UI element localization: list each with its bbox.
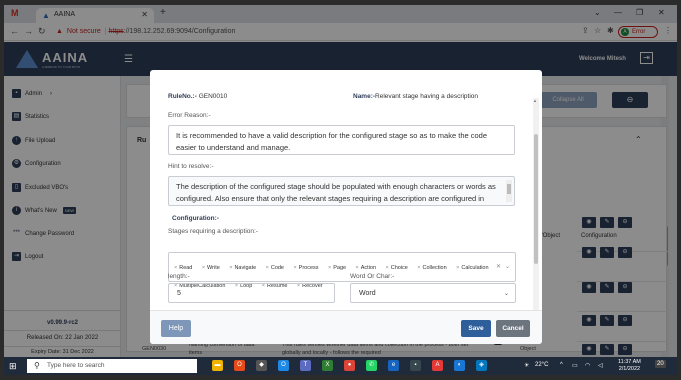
remove-tag-icon: ×	[355, 265, 359, 271]
stage-tag[interactable]: × Collection	[417, 265, 446, 271]
app-blue-icon[interactable]: ◐	[454, 360, 465, 371]
rule-no-label: RuleNo.:- GEN0010	[168, 93, 228, 100]
rule-name-label: Name:-Relevant stage having a descriptio…	[353, 93, 479, 100]
terminal-icon[interactable]: ▪	[410, 360, 421, 371]
remove-tag-icon: ×	[265, 265, 269, 271]
remove-tag-icon: ×	[385, 265, 389, 271]
app-store-icon[interactable]: ◈	[476, 360, 487, 371]
save-button[interactable]: Save	[461, 320, 491, 337]
remove-tag-icon: ×	[456, 265, 460, 271]
length-input[interactable]: 5	[168, 283, 335, 303]
stage-tag[interactable]: × Process	[293, 265, 318, 271]
rule-config-modal: RuleNo.:- GEN0010 Name:-Relevant stage h…	[150, 70, 542, 344]
app-icon[interactable]: ◆	[256, 360, 267, 371]
chevron-down-icon[interactable]: ⌄	[505, 263, 510, 270]
volume-icon[interactable]: ◁	[598, 362, 603, 369]
taskbar-clock[interactable]: 11:37 AM 2/1/2022	[618, 359, 641, 373]
word-or-char-label: Word Or Char:-	[350, 273, 395, 280]
chevron-down-icon: ⌄	[503, 291, 509, 297]
word-or-char-select[interactable]: Word ⌄	[350, 283, 516, 303]
stage-tag[interactable]: × Page	[328, 265, 346, 271]
stage-tag[interactable]: × Navigate	[229, 265, 256, 271]
tray-chevron-icon[interactable]: ^	[560, 362, 563, 368]
modal-footer: Help Save Cancel	[150, 310, 542, 344]
acrobat-icon[interactable]: A	[432, 360, 443, 371]
stages-label: Stages requiring a description:-	[168, 228, 258, 235]
clear-all-icon[interactable]: ✕	[496, 263, 501, 270]
windows-start-icon[interactable]: ⊞	[9, 361, 17, 372]
stage-tag[interactable]: × Action	[356, 265, 377, 271]
windows-taskbar: ⊞ ⚲ Type here to search ▬ O ◆ O T X ● ✆ …	[4, 357, 677, 375]
stage-tag[interactable]: × Read	[174, 265, 192, 271]
notification-count[interactable]: 20	[655, 360, 666, 368]
outlook-icon[interactable]: O	[278, 360, 289, 371]
clock-time: 11:37 AM	[618, 359, 641, 365]
remove-tag-icon: ×	[201, 265, 206, 271]
search-icon: ⚲	[34, 361, 40, 370]
remove-tag-icon: ×	[293, 265, 297, 271]
whatsapp-icon[interactable]: ✆	[366, 360, 377, 371]
length-label: length:-	[168, 273, 190, 280]
rule-name-value: Relevant stage having a description	[375, 93, 479, 100]
stage-tag[interactable]: × Calculation	[456, 265, 488, 271]
rule-no-value: GEN0010	[198, 93, 228, 100]
remove-tag-icon: ×	[229, 265, 233, 271]
remove-tag-icon: ×	[417, 265, 421, 271]
cancel-button[interactable]: Cancel	[496, 320, 530, 337]
stages-multiselect[interactable]: × Read × Write × Navigate × Code × Process × P…	[168, 252, 516, 289]
modal-scrollbar[interactable]: ▲	[533, 98, 539, 310]
chrome-icon[interactable]: ●	[344, 360, 355, 371]
wifi-icon[interactable]: ◠	[585, 362, 590, 369]
remove-tag-icon: ×	[174, 265, 178, 271]
configuration-label: Configuration:-	[172, 215, 219, 222]
office-icon[interactable]: O	[234, 360, 245, 371]
error-reason-label: Error Reason:-	[168, 112, 211, 119]
weather-icon[interactable]: ☀	[524, 362, 529, 369]
stage-tag[interactable]: × Code	[266, 265, 284, 271]
taskbar-search-input[interactable]: ⚲ Type here to search	[27, 359, 197, 373]
remove-tag-icon: ×	[328, 265, 332, 271]
error-reason-textarea[interactable]: It is recommended to have a valid descri…	[168, 125, 515, 155]
weather-temp[interactable]: 22°C	[535, 362, 548, 368]
browser-icon[interactable]: e	[388, 360, 399, 371]
file-explorer-icon[interactable]: ▬	[212, 360, 223, 371]
stage-tag[interactable]: × Choice	[386, 265, 408, 271]
help-button[interactable]: Help	[161, 320, 191, 337]
network-icon[interactable]: ▭	[572, 362, 578, 369]
excel-icon[interactable]: X	[322, 360, 333, 371]
hint-to-resolve-label: Hint to resolve:-	[168, 163, 214, 170]
stage-tag[interactable]: × Write	[202, 265, 220, 271]
teams-icon[interactable]: T	[300, 360, 311, 371]
browser-window: M ▲ AAINA ✕ + ⌄ — ❐ ✕ ← → ↻ ▲ Not secure…	[4, 5, 677, 375]
scroll-up-icon[interactable]: ▲	[533, 98, 537, 103]
hint-scrollbar[interactable]	[506, 180, 512, 202]
hint-textarea[interactable]: The description of the configured stage …	[168, 176, 515, 206]
clock-date: 2/1/2022	[618, 366, 641, 372]
